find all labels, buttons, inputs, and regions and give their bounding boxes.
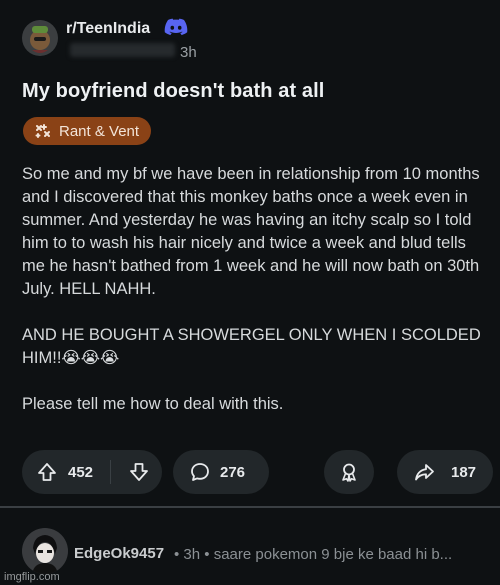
post-card: r/TeenIndia 3h My boyfriend doesn't bath… — [0, 0, 500, 506]
vote-pill: 452 — [22, 450, 162, 494]
anger-icon — [35, 124, 50, 138]
comments-button[interactable]: 276 — [173, 450, 269, 494]
subreddit-avatar[interactable] — [22, 20, 58, 56]
comment-icon — [191, 463, 209, 481]
comment-meta: • 3h • saare pokemon 9 bje ke baad hi b.… — [174, 546, 453, 563]
share-icon — [415, 464, 434, 481]
post-title[interactable]: My boyfriend doesn't bath at all — [22, 80, 324, 103]
comment-count: 276 — [220, 464, 246, 481]
post-body: So me and my bf we have been in relation… — [22, 163, 492, 416]
upvote-icon[interactable] — [36, 461, 58, 483]
comment-author[interactable]: EdgeOk9457 — [74, 545, 164, 562]
share-count: 187 — [451, 464, 477, 481]
post-body-paragraph-3: Please tell me how to deal with this. — [22, 395, 284, 413]
discord-icon[interactable] — [164, 18, 188, 38]
vote-divider — [110, 460, 111, 484]
comment-item: EdgeOk9457 • 3h • saare pokemon 9 bje ke… — [0, 508, 500, 585]
commenter-avatar[interactable] — [22, 528, 68, 574]
subreddit-name[interactable]: r/TeenIndia — [66, 20, 150, 38]
post-body-paragraph-1: So me and my bf we have been in relation… — [22, 165, 480, 298]
downvote-icon[interactable] — [128, 461, 150, 483]
author-name-redacted — [70, 43, 175, 57]
award-button[interactable] — [324, 450, 374, 494]
post-body-paragraph-2: AND HE BOUGHT A SHOWERGEL ONLY WHEN I SC… — [22, 326, 481, 367]
award-icon — [342, 463, 356, 482]
share-button[interactable]: 187 — [397, 450, 493, 494]
upvote-count: 452 — [68, 464, 94, 481]
watermark: imgflip.com — [4, 571, 60, 583]
flair-label: Rant & Vent — [59, 122, 140, 140]
post-flair[interactable]: Rant & Vent — [23, 117, 152, 145]
post-time: 3h — [180, 44, 197, 61]
